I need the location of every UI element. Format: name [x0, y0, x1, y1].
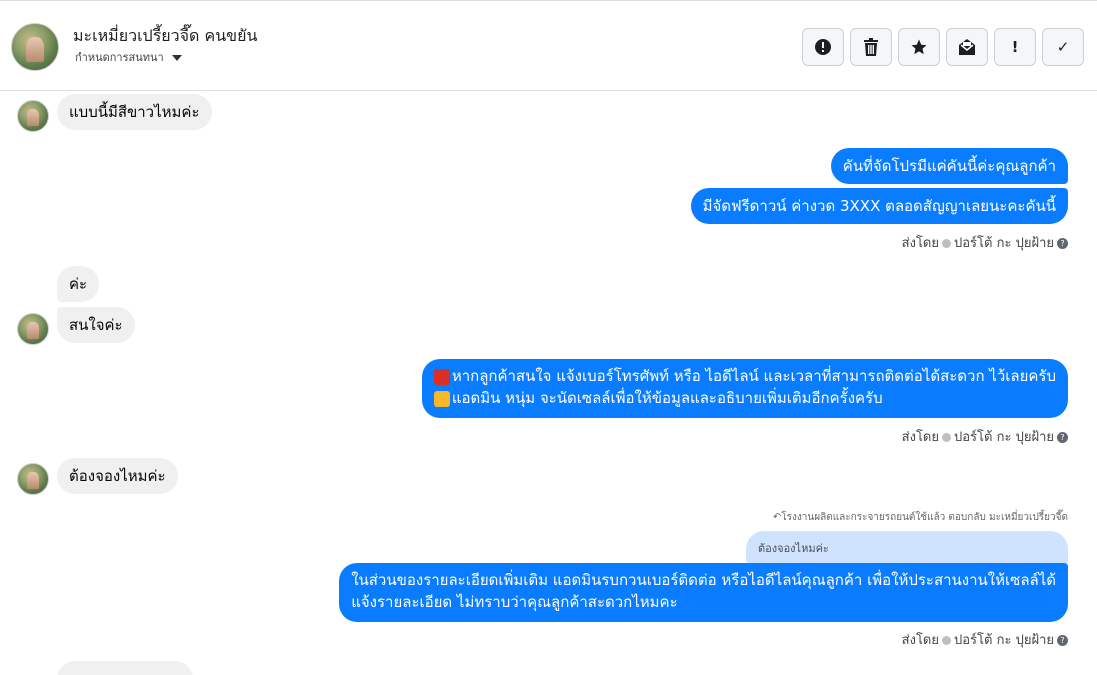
trash-icon: [864, 38, 878, 56]
caret-down-icon: [171, 55, 182, 61]
help-icon[interactable]: ?: [1057, 635, 1068, 646]
spam-button[interactable]: !: [994, 28, 1036, 66]
message-line: ในส่วนของรายละเอียดเพิ่มเติม แอดมินรบกวน…: [351, 571, 1056, 589]
sender-name: ปอร์โต้ กะ ปุยฝ้าย: [954, 633, 1054, 648]
message-text: หากลูกค้าสนใจ แจ้งเบอร์โทรศัพท์ หรือ ไอด…: [451, 367, 1056, 385]
reply-context-text: โรงงานผลิตและกระจายรถยนต์ใช้แล้ว ตอบกลับ…: [781, 512, 1068, 523]
reply-arrow-icon: ↶: [772, 512, 782, 523]
conversation-header: มะเหมี่ยวเปรี้ยวจี๊ด คนขยัน กำหนดการสนทน…: [0, 0, 1097, 91]
incoming-message[interactable]: ค่ะ: [57, 266, 100, 302]
sent-by-prefix: ส่งโดย: [901, 236, 939, 251]
sent-by-label: ส่งโดย ปอร์โต้ กะ ปุยฝ้าย?: [902, 232, 1068, 253]
star-icon: [911, 39, 927, 55]
sender-name: ปอร์โต้ กะ ปุยฝ้าย: [954, 430, 1054, 445]
message-line: หากลูกค้าสนใจ แจ้งเบอร์โทรศัพท์ หรือ ไอด…: [433, 365, 1056, 387]
schedule-label: กำหนดการสนทนา: [75, 51, 164, 64]
message-line: แจ้งรายละเอียด ไม่ทราบว่าคุณลูกค้าสะดวกไ…: [351, 593, 678, 611]
outgoing-message[interactable]: ในส่วนของรายละเอียดเพิ่มเติม แอดมินรบกวน…: [339, 563, 1068, 622]
help-icon[interactable]: ?: [1057, 238, 1068, 249]
message-thread[interactable]: แบบนี้มีสีขาวไหมค่ะ คันที่จัดโปรมีแค่คัน…: [0, 91, 1097, 675]
outgoing-message[interactable]: มีจัดฟรีดาวน์ ค่างวด 3XXX ตลอดสัญญาเลยนะ…: [690, 188, 1068, 224]
verified-icon: [942, 636, 951, 645]
verified-icon: [942, 433, 951, 442]
outgoing-message[interactable]: คันที่จัดโปรมีแค่คันนี้ค่ะคุณลูกค้า: [830, 148, 1068, 184]
sent-by-label: ส่งโดย ปอร์โต้ กะ ปุยฝ้าย?: [902, 629, 1068, 650]
incoming-message[interactable]: สนใจค่ะ: [57, 307, 135, 343]
schedule-conversation-dropdown[interactable]: กำหนดการสนทนา: [75, 48, 182, 66]
verified-icon: [942, 239, 951, 248]
contact-avatar-small: [17, 100, 49, 132]
outgoing-message[interactable]: หากลูกค้าสนใจ แจ้งเบอร์โทรศัพท์ หรือ ไอด…: [421, 359, 1068, 418]
contact-avatar-small: [17, 463, 49, 495]
message-text: แอดมิน หนุ่ม จะนัดเซลล์เพื่อให้ข้อมูลและ…: [451, 389, 883, 407]
contact-avatar-small: [17, 313, 49, 345]
contact-avatar[interactable]: [11, 23, 59, 71]
people-icon: [433, 390, 450, 407]
sent-by-prefix: ส่งโดย: [901, 633, 939, 648]
report-button[interactable]: [802, 28, 844, 66]
incoming-message[interactable]: แบบนี้มีสีขาวไหมค่ะ: [57, 94, 212, 130]
alert-circle-icon: [815, 39, 831, 55]
exclamation-icon: !: [1011, 38, 1019, 56]
sent-by-label: ส่งโดย ปอร์โต้ กะ ปุยฝ้าย?: [902, 426, 1068, 447]
contact-name[interactable]: มะเหมี่ยวเปรี้ยวจี๊ด คนขยัน: [73, 24, 257, 49]
sent-by-prefix: ส่งโดย: [901, 430, 939, 445]
incoming-message[interactable]: ต้องจองไหมค่ะ: [57, 458, 178, 494]
mark-unread-button[interactable]: [946, 28, 988, 66]
star-button[interactable]: [898, 28, 940, 66]
checkmark-icon: ✓: [1056, 38, 1070, 56]
done-button[interactable]: ✓: [1042, 28, 1084, 66]
message-line: แอดมิน หนุ่ม จะนัดเซลล์เพื่อให้ข้อมูลและ…: [433, 387, 1056, 409]
sender-name: ปอร์โต้ กะ ปุยฝ้าย: [954, 236, 1054, 251]
delete-button[interactable]: [850, 28, 892, 66]
mail-open-icon: [959, 39, 975, 55]
telephone-icon: [433, 368, 450, 385]
help-icon[interactable]: ?: [1057, 432, 1068, 443]
reply-context: ↶โรงงานผลิตและกระจายรถยนต์ใช้แล้ว ตอบกลั…: [773, 510, 1068, 525]
incoming-message-partial[interactable]: [57, 661, 193, 675]
